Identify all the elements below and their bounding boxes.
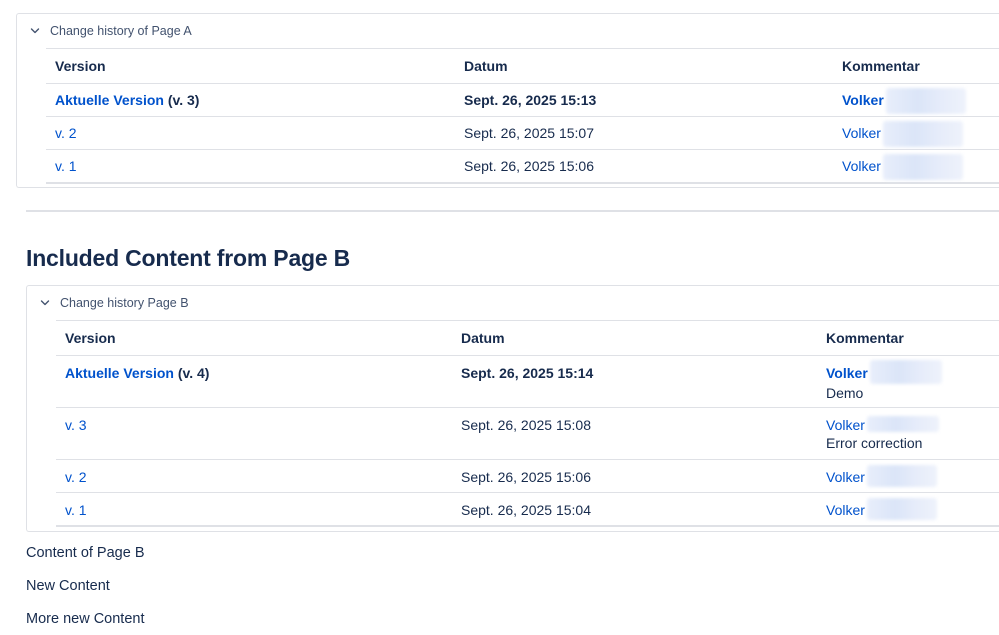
version-comment: Error correction	[826, 435, 923, 451]
version-date: Sept. 26, 2025 15:13	[455, 83, 833, 117]
version-number: (v. 4)	[173, 365, 210, 381]
author-link[interactable]: Volker	[842, 158, 881, 174]
redacted-name	[866, 416, 939, 433]
paragraph: Content of Page B	[26, 545, 145, 561]
version-link[interactable]: v. 3	[65, 417, 87, 433]
section-heading: Included Content from Page B	[26, 245, 351, 271]
version-date: Sept. 26, 2025 15:06	[455, 149, 833, 184]
column-header-version: Version	[46, 48, 455, 84]
change-history-panel-a: Change history of Page A Version Datum K…	[16, 13, 999, 188]
expand-header-label: Change history Page B	[60, 296, 189, 310]
table-row: v. 2 Sept. 26, 2025 15:07 Volker	[46, 116, 999, 150]
version-link[interactable]: Aktuelle Version	[55, 92, 164, 108]
column-header-kommentar: Kommentar	[817, 320, 999, 356]
author-link[interactable]: Volker	[826, 365, 868, 381]
section-divider	[26, 210, 999, 212]
change-history-panel-b: Change history Page B Version Datum Komm…	[26, 285, 999, 532]
version-date: Sept. 26, 2025 15:04	[452, 492, 817, 527]
version-link[interactable]: Aktuelle Version	[65, 365, 174, 381]
history-table-page-b: Version Datum Kommentar Aktuelle Version…	[56, 320, 999, 527]
version-date: Sept. 26, 2025 15:08	[452, 407, 817, 460]
author-link[interactable]: Volker	[826, 502, 865, 518]
column-header-kommentar: Kommentar	[833, 48, 999, 84]
version-date: Sept. 26, 2025 15:06	[452, 459, 817, 493]
table-row: v. 2 Sept. 26, 2025 15:06 Volker	[56, 459, 999, 493]
version-date: Sept. 26, 2025 15:07	[455, 116, 833, 150]
paragraph: More new Content	[26, 611, 145, 627]
version-date: Sept. 26, 2025 15:14	[452, 355, 817, 408]
history-table-page-a: Version Datum Kommentar Aktuelle Version…	[46, 48, 999, 184]
redacted-name	[882, 154, 963, 181]
column-header-version: Version	[56, 320, 452, 356]
table-header-row: Version Datum Kommentar	[56, 320, 999, 356]
author-link[interactable]: Volker	[826, 417, 865, 433]
expand-header-label: Change history of Page A	[50, 24, 192, 38]
chevron-down-icon	[28, 24, 42, 38]
version-link[interactable]: v. 2	[55, 125, 77, 141]
redacted-name	[885, 88, 966, 115]
table-row: v. 3 Sept. 26, 2025 15:08 Volker Error c…	[56, 407, 999, 460]
column-header-datum: Datum	[452, 320, 817, 356]
table-header-row: Version Datum Kommentar	[46, 48, 999, 84]
version-number: (v. 3)	[163, 92, 200, 108]
expand-toggle-page-b[interactable]: Change history Page B	[38, 296, 189, 310]
table-row: Aktuelle Version (v. 3) Sept. 26, 2025 1…	[46, 83, 999, 117]
paragraph: New Content	[26, 578, 110, 594]
author-link[interactable]: Volker	[842, 125, 881, 141]
redacted-name	[866, 465, 937, 488]
column-header-datum: Datum	[455, 48, 833, 84]
version-link[interactable]: v. 2	[65, 469, 87, 485]
chevron-down-icon	[38, 296, 52, 310]
table-row: Aktuelle Version (v. 4) Sept. 26, 2025 1…	[56, 355, 999, 408]
author-link[interactable]: Volker	[826, 469, 865, 485]
redacted-name	[882, 121, 963, 148]
table-row: v. 1 Sept. 26, 2025 15:04 Volker	[56, 492, 999, 527]
expand-toggle-page-a[interactable]: Change history of Page A	[28, 24, 192, 38]
redacted-name	[866, 498, 937, 521]
version-comment: Demo	[826, 385, 864, 402]
table-row: v. 1 Sept. 26, 2025 15:06 Volker	[46, 149, 999, 184]
author-link[interactable]: Volker	[842, 92, 884, 108]
version-link[interactable]: v. 1	[55, 158, 77, 174]
version-link[interactable]: v. 1	[65, 502, 87, 518]
redacted-name	[869, 360, 942, 385]
